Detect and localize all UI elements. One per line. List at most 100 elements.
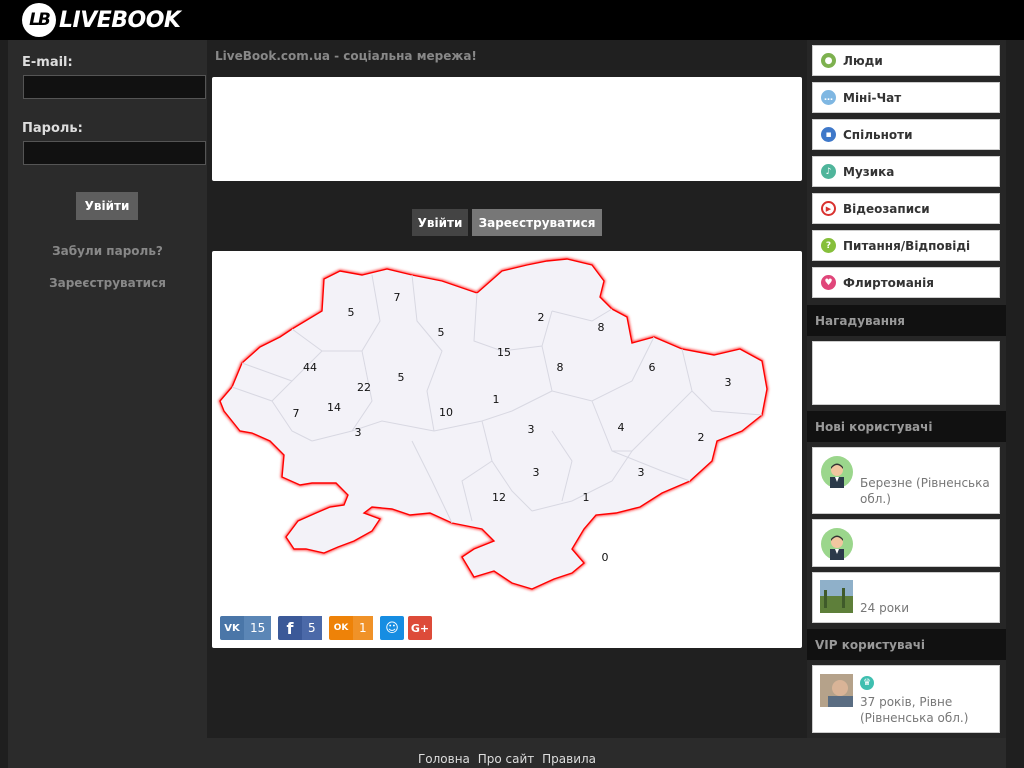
forgot-password-link[interactable]: Забули пароль?	[8, 244, 207, 258]
share-count: 1	[353, 616, 373, 640]
region-count: 6	[649, 361, 656, 374]
menu-label: Відеозаписи	[843, 201, 930, 216]
new-users-heading: Нові користувачі	[807, 411, 1006, 442]
password-label: Пароль:	[22, 121, 83, 136]
region-count: 2	[698, 431, 705, 444]
vip-users-heading: VIP користувачі	[807, 629, 1006, 660]
main-content: LiveBook.com.ua - соціальна мережа! Увій…	[207, 40, 807, 738]
map-svg: 5 7 5 2 8 15 44 22 5 8 6 3 7 14 10 1 3 4…	[218, 257, 769, 591]
user-info: 24 роки	[860, 601, 910, 615]
login-panel: E-mail: Пароль: Увійти Забули пароль? За…	[8, 40, 207, 738]
user-info: 37 років, Рівне (Рівненська обл.)	[860, 695, 969, 725]
menu-item-videos[interactable]: ▶ Відеозаписи	[812, 193, 1000, 224]
menu-item-questions[interactable]: ? Питання/Відповіді	[812, 230, 1000, 261]
menu-item-flirt[interactable]: ♥ Флиртоманія	[812, 267, 1000, 298]
region-count: 3	[528, 423, 535, 436]
new-user-card[interactable]	[812, 519, 1000, 567]
menu-label: Спільноти	[843, 127, 913, 142]
avatar	[821, 456, 853, 488]
intro-box	[212, 77, 802, 181]
region-count: 4	[618, 421, 625, 434]
logo-badge: LB	[22, 3, 56, 37]
ukraine-map: 5 7 5 2 8 15 44 22 5 8 6 3 7 14 10 1 3 4…	[212, 251, 802, 648]
googleplus-share-button[interactable]: G+	[408, 616, 432, 640]
logo[interactable]: LB LIVEBOOK	[22, 2, 181, 38]
share-count: 5	[302, 616, 322, 640]
region-count: 8	[598, 321, 605, 334]
user-info: Березне (Рівненська обл.)	[860, 476, 990, 506]
footer-links: Головна Про сайт Правила	[8, 752, 1006, 766]
heart-icon: ♥	[821, 275, 836, 290]
menu-item-minichat[interactable]: … Міні-Чат	[812, 82, 1000, 113]
region-count: 5	[348, 306, 355, 319]
region-count: 1	[583, 491, 590, 504]
vk-icon: VK	[224, 622, 240, 634]
menu-label: Питання/Відповіді	[843, 238, 971, 253]
chat-icon: …	[821, 90, 836, 105]
top-bar: LB LIVEBOOK	[0, 0, 1024, 40]
new-user-card[interactable]: 24 роки	[812, 572, 1000, 623]
user-photo	[820, 580, 853, 613]
region-count: 0	[602, 551, 609, 564]
logo-text: LIVEBOOK	[59, 7, 181, 33]
menu-label: Флиртоманія	[843, 275, 934, 290]
email-label: E-mail:	[22, 55, 73, 70]
reminders-box	[812, 341, 1000, 405]
crown-icon: ♛	[860, 676, 874, 690]
region-count: 3	[533, 466, 540, 479]
menu-item-communities[interactable]: ▪ Спільноти	[812, 119, 1000, 150]
vk-share-button[interactable]: VK 15	[220, 616, 272, 640]
moimir-share-button[interactable]: ☺	[380, 616, 404, 640]
people-icon: ●	[821, 53, 836, 68]
footer: Головна Про сайт Правила	[8, 738, 1006, 768]
avatar	[821, 528, 853, 560]
region-count: 44	[303, 361, 317, 374]
password-field[interactable]	[23, 141, 206, 165]
region-count: 10	[439, 406, 453, 419]
menu-label: Міні-Чат	[843, 90, 902, 105]
menu-label: Люди	[843, 53, 883, 68]
odnoklassniki-icon: OK	[333, 623, 349, 633]
facebook-share-button[interactable]: f 5	[278, 616, 322, 640]
region-count: 3	[638, 466, 645, 479]
region-count: 3	[725, 376, 732, 389]
right-sidebar: ● Люди … Міні-Чат ▪ Спільноти ♪ Музика ▶…	[807, 40, 1006, 738]
region-count: 7	[394, 291, 401, 304]
moimir-icon: ☺	[385, 620, 399, 636]
center-login-button[interactable]: Увійти	[412, 209, 468, 236]
region-count: 14	[327, 401, 341, 414]
video-icon: ▶	[821, 201, 836, 216]
region-count: 2	[538, 311, 545, 324]
login-button[interactable]: Увійти	[76, 192, 138, 220]
center-register-button[interactable]: Зареєструватися	[472, 209, 602, 236]
email-field[interactable]	[23, 75, 206, 99]
footer-link-home[interactable]: Головна	[418, 752, 470, 766]
menu-item-people[interactable]: ● Люди	[812, 45, 1000, 76]
footer-link-about[interactable]: Про сайт	[478, 752, 535, 766]
communities-icon: ▪	[821, 127, 836, 142]
region-count: 7	[293, 407, 300, 420]
question-icon: ?	[821, 238, 836, 253]
register-link[interactable]: Зареєструватися	[8, 276, 207, 290]
reminders-heading: Нагадування	[807, 305, 1006, 336]
googleplus-icon: G+	[410, 621, 430, 635]
region-count: 8	[557, 361, 564, 374]
region-count: 3	[355, 426, 362, 439]
odnoklassniki-share-button[interactable]: OK 1	[329, 616, 373, 640]
region-count: 5	[438, 326, 445, 339]
footer-link-rules[interactable]: Правила	[542, 752, 596, 766]
facebook-icon: f	[286, 618, 294, 638]
region-count: 15	[497, 346, 511, 359]
region-count: 5	[398, 371, 405, 384]
menu-label: Музика	[843, 164, 895, 179]
region-count: 12	[492, 491, 506, 504]
vip-user-card[interactable]: ♛ 37 років, Рівне (Рівненська обл.)	[812, 665, 1000, 733]
music-icon: ♪	[821, 164, 836, 179]
region-count: 1	[493, 393, 500, 406]
page-title: LiveBook.com.ua - соціальна мережа!	[215, 49, 477, 63]
share-count: 15	[244, 616, 272, 640]
new-user-card[interactable]: Березне (Рівненська обл.)	[812, 447, 1000, 514]
ukraine-outline	[219, 258, 768, 590]
user-photo	[820, 674, 853, 707]
menu-item-music[interactable]: ♪ Музика	[812, 156, 1000, 187]
